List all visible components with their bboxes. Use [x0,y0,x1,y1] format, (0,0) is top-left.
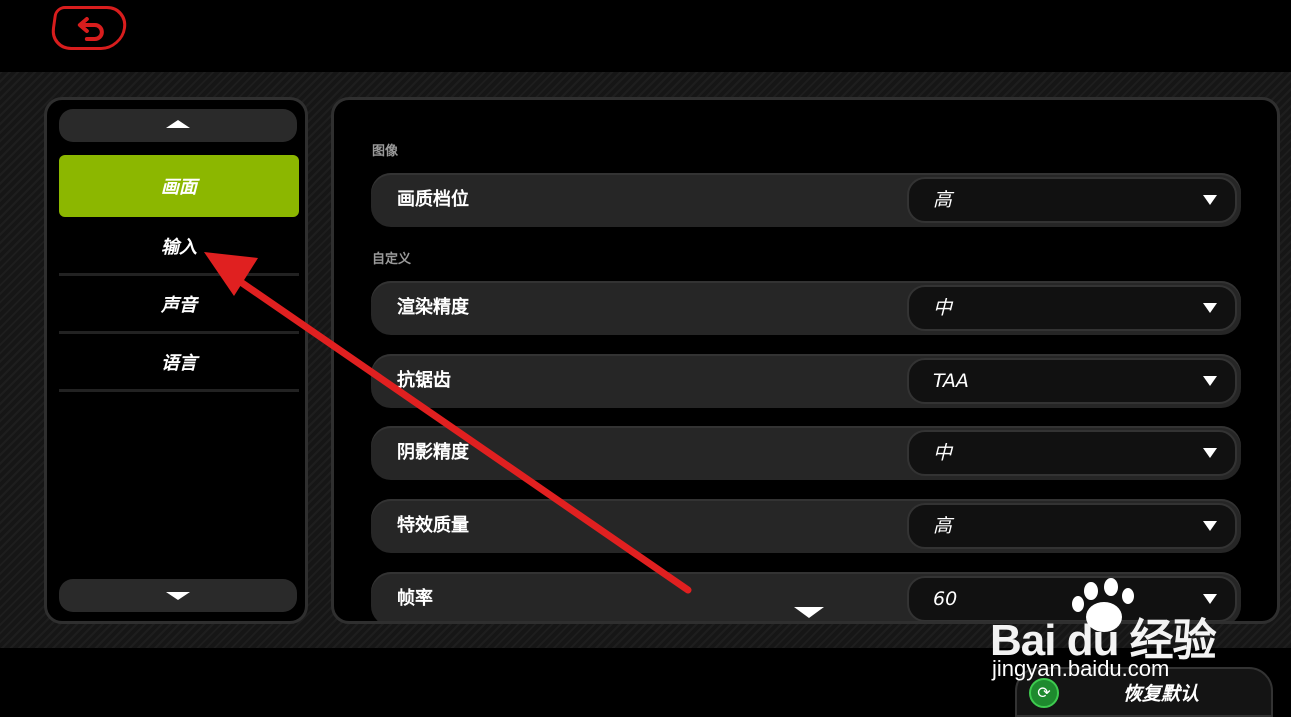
setting-label: 画质档位 [397,189,469,210]
dropdown-value: 高 [933,515,953,537]
scroll-down-button[interactable] [59,579,297,612]
dropdown-value: 中 [933,442,953,464]
setting-row-anti-aliasing: 抗锯齿 TAA [371,354,1241,408]
dropdown-value: 60 [933,588,958,610]
render-precision-dropdown[interactable]: 中 [907,285,1237,331]
setting-row-effects-quality: 特效质量 高 [371,499,1241,553]
category-panel: 画面 输入 声音 语言 [44,97,308,624]
dropdown-arrow-icon [1203,195,1217,205]
setting-row-quality-preset: 画质档位 高 [371,173,1241,227]
setting-row-render-precision: 渲染精度 中 [371,281,1241,335]
setting-label: 阴影精度 [397,442,469,463]
dropdown-value: 中 [933,297,953,319]
back-button[interactable] [48,6,130,50]
scroll-up-button[interactable] [59,109,297,142]
chevron-up-icon [166,120,190,128]
dropdown-arrow-icon [1203,376,1217,386]
setting-label: 抗锯齿 [397,370,451,391]
setting-label: 特效质量 [397,515,469,536]
setting-label: 渲染精度 [397,297,469,318]
dropdown-arrow-icon [1203,303,1217,313]
scroll-more-icon[interactable] [794,607,824,618]
dropdown-arrow-icon [1203,521,1217,531]
sidebar-item-graphics[interactable]: 画面 [59,155,299,217]
watermark: Bai du 经验 jingyan.baidu.com [990,578,1230,688]
shadow-precision-dropdown[interactable]: 中 [907,430,1237,476]
effects-quality-dropdown[interactable]: 高 [907,503,1237,549]
watermark-url: jingyan.baidu.com [992,656,1170,681]
dropdown-value: TAA [933,370,969,392]
anti-aliasing-dropdown[interactable]: TAA [907,358,1237,404]
sidebar-item-sound[interactable]: 声音 [59,276,299,334]
section-heading-image: 图像 [372,144,399,159]
dropdown-value: 高 [933,189,953,211]
dropdown-arrow-icon [1203,448,1217,458]
back-arrow-icon [77,17,104,41]
setting-label: 帧率 [397,588,433,609]
sidebar-item-label: 声音 [161,294,197,316]
sidebar-item-label: 输入 [161,236,197,258]
chevron-down-icon [166,592,190,600]
top-bar [0,0,1291,72]
sidebar-item-label: 语言 [161,352,197,374]
settings-panel: 图像 画质档位 高 自定义 渲染精度 中 抗锯齿 TAA 阴影精度 中 特效质量… [331,97,1280,624]
sidebar-item-language[interactable]: 语言 [59,334,299,392]
section-heading-custom: 自定义 [372,252,412,267]
quality-preset-dropdown[interactable]: 高 [907,177,1237,223]
sidebar-item-label: 画面 [161,177,197,198]
setting-row-shadow-precision: 阴影精度 中 [371,426,1241,480]
sidebar-item-input[interactable]: 输入 [59,218,299,276]
